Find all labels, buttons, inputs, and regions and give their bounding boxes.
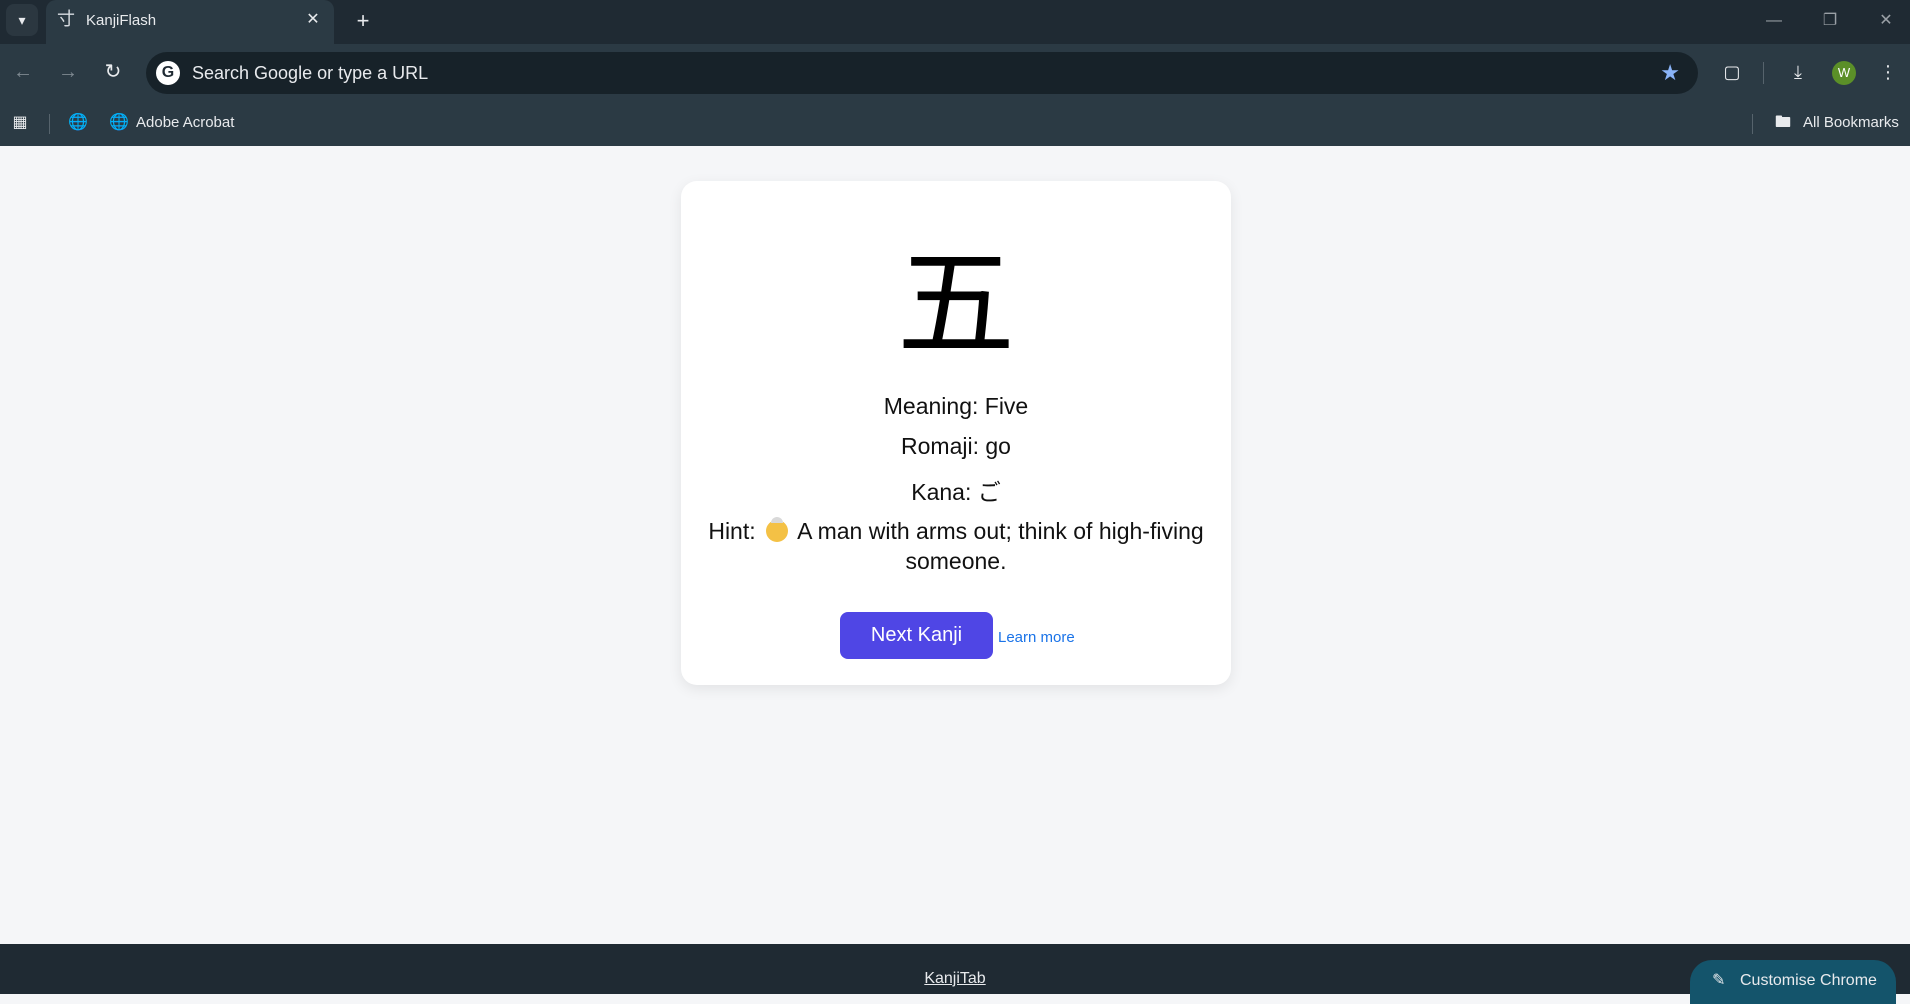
kanji-character: 五 — [896, 235, 1015, 373]
forward-arrow-icon[interactable]: → — [54, 58, 82, 86]
customise-chrome-button[interactable]: ✎ Customise Chrome — [1690, 960, 1896, 1004]
romaji-text: Romaji: go — [901, 433, 1011, 459]
toolbar-divider — [1763, 62, 1764, 84]
kanji-favicon-icon: 寸 — [57, 9, 75, 30]
omnibox-placeholder[interactable]: Search Google or type a URL — [192, 63, 428, 84]
kanjitab-link[interactable]: KanjiTab — [0, 970, 1910, 988]
folder-icon: 🖿 — [1774, 114, 1791, 131]
hint-text: Hint: A man with arms out; think of high… — [701, 516, 1211, 576]
pencil-icon: ✎ — [1712, 972, 1726, 989]
close-tab-icon[interactable]: ✕ — [302, 9, 324, 31]
google-g-icon: G — [156, 61, 180, 85]
customise-chrome-label: Customise Chrome — [1740, 972, 1877, 989]
bookmarks-bar: ▦ 🌐 🌐 Adobe Acrobat 🖿 All Bookmarks — [0, 100, 1910, 146]
hint-prefix: Hint: — [708, 518, 756, 544]
adobe-globe-icon: 🌐 — [109, 114, 129, 131]
restore-icon[interactable]: ❐ — [1810, 8, 1850, 34]
tab-kanjiflash[interactable]: 寸 KanjiFlash ✕ — [46, 0, 334, 44]
learn-more-link[interactable]: Learn more — [998, 629, 1075, 646]
more-menu-icon[interactable]: ⋮ — [1874, 58, 1902, 86]
meaning-text: Meaning: Five — [883, 393, 1029, 419]
browser-toolbar: ← → ↻ G Search Google or type a URL ★ ▢ … — [0, 44, 1910, 100]
reload-icon[interactable]: ↻ — [99, 58, 127, 86]
bookmark-star-icon[interactable]: ★ — [1660, 60, 1680, 86]
tab-search-chevron-down-icon[interactable]: ▾ — [6, 4, 38, 36]
new-tab-plus-icon[interactable]: + — [350, 8, 376, 34]
profile-avatar[interactable]: W — [1832, 61, 1856, 85]
hint-body: A man with arms out; think of high-fivin… — [797, 518, 1204, 574]
older-man-emoji-icon — [766, 517, 789, 542]
window-close-icon[interactable]: ✕ — [1866, 8, 1906, 34]
omnibox[interactable]: G Search Google or type a URL ★ — [146, 52, 1698, 94]
back-arrow-icon[interactable]: ← — [9, 58, 37, 86]
kanji-flashcard: 五 Meaning: Five Romaji: go Kana: ご Hint:… — [681, 181, 1231, 685]
minimize-icon[interactable]: — — [1754, 8, 1794, 34]
page-footer: KanjiTab ✎ Customise Chrome — [0, 944, 1910, 1004]
bookmarks-divider-right — [1752, 114, 1753, 134]
next-kanji-button[interactable]: Next Kanji — [840, 612, 993, 659]
all-bookmarks[interactable]: All Bookmarks — [1803, 114, 1899, 131]
download-icon[interactable]: ⤓ — [1784, 58, 1812, 86]
globe-icon[interactable]: 🌐 — [67, 112, 89, 134]
kana-text: Kana: ご — [911, 479, 1001, 505]
tab-strip: ▾ 寸 KanjiFlash ✕ + — ❐ ✕ — [0, 0, 1910, 44]
extensions-icon[interactable]: ▢ — [1718, 58, 1746, 86]
bookmark-adobe-acrobat[interactable]: Adobe Acrobat — [136, 114, 234, 131]
bookmarks-divider — [49, 114, 50, 134]
apps-grid-icon[interactable]: ▦ — [9, 112, 31, 134]
tab-title: KanjiFlash — [86, 12, 157, 29]
